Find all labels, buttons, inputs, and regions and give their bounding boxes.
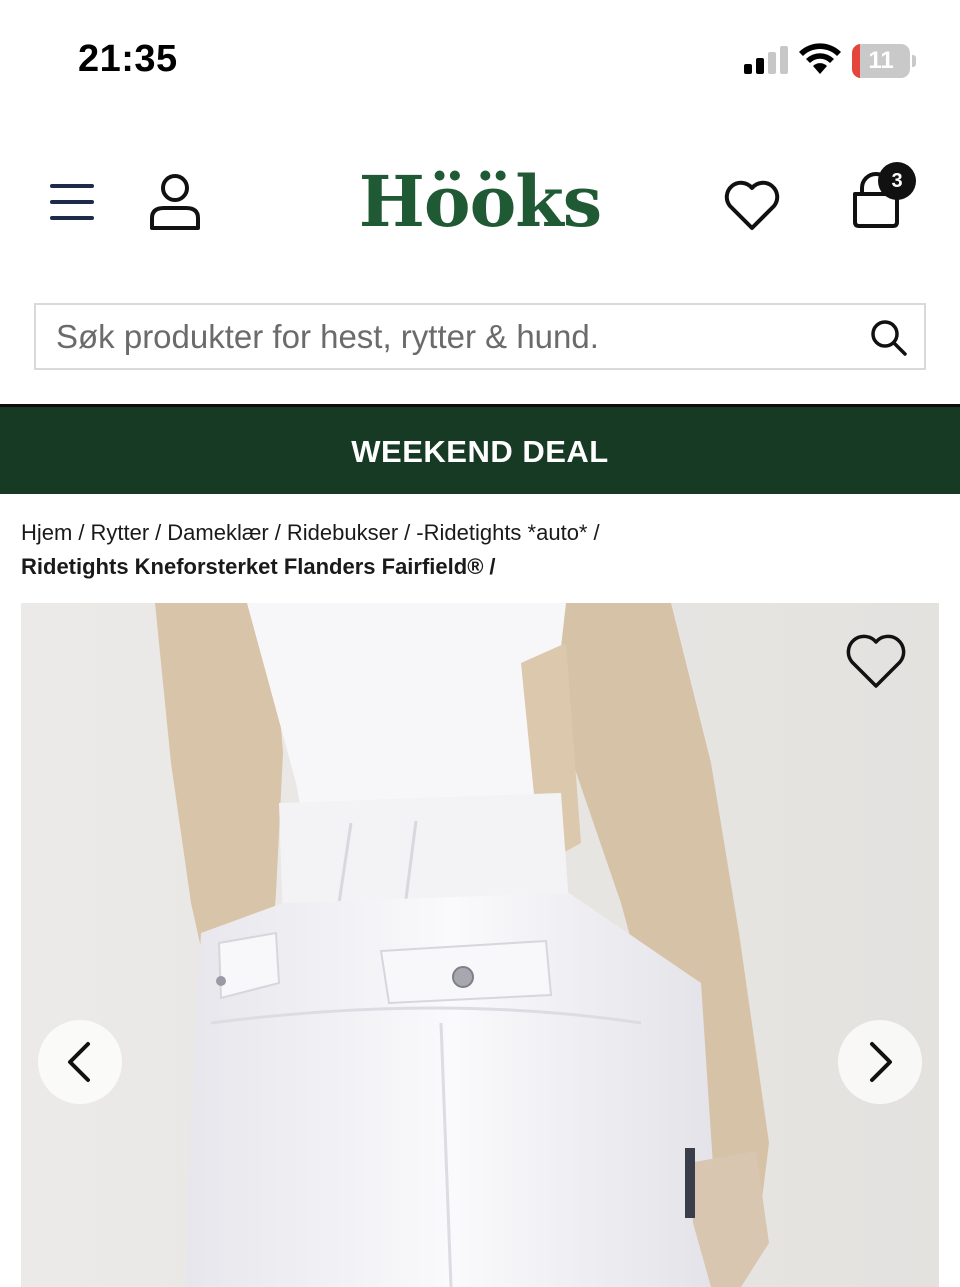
search-icon[interactable] — [870, 319, 908, 357]
chevron-right-icon — [870, 1042, 892, 1082]
promo-text: WEEKEND DEAL — [351, 434, 609, 469]
status-bar: 21:35 11 — [0, 0, 960, 120]
promo-banner[interactable]: WEEKEND DEAL — [0, 404, 960, 494]
breadcrumb-item-home[interactable]: Hjem — [21, 520, 72, 545]
search-bar — [34, 303, 926, 370]
breadcrumb-separator: / — [593, 520, 600, 545]
breadcrumb-item-dameklaer[interactable]: Dameklær — [167, 520, 268, 545]
heart-icon[interactable] — [724, 180, 780, 232]
breadcrumb-separator: / — [404, 520, 411, 545]
breadcrumb-separator: / — [489, 554, 496, 579]
account-icon[interactable] — [148, 172, 202, 232]
battery-level: 11 — [868, 47, 894, 74]
wifi-icon — [799, 43, 841, 74]
previous-image-button[interactable] — [38, 1020, 122, 1104]
breadcrumb-separator: / — [274, 520, 281, 545]
heart-icon[interactable] — [845, 633, 907, 691]
site-logo[interactable]: Hööks — [330, 160, 630, 243]
battery-icon: 11 — [852, 44, 918, 78]
chevron-left-icon — [68, 1042, 90, 1082]
site-header: Hööks 3 — [0, 150, 960, 260]
cart-button[interactable]: 3 — [846, 162, 918, 234]
breadcrumb-separator: / — [155, 520, 162, 545]
search-input[interactable] — [56, 305, 856, 368]
menu-button[interactable] — [48, 180, 96, 224]
product-photo — [21, 603, 939, 1287]
breadcrumb-separator: / — [78, 520, 85, 545]
status-time: 21:35 — [78, 38, 178, 80]
cart-count-badge: 3 — [878, 162, 916, 200]
cellular-signal-icon — [744, 46, 788, 74]
next-image-button[interactable] — [838, 1020, 922, 1104]
breadcrumb-item-rytter[interactable]: Rytter — [90, 520, 149, 545]
product-image-gallery[interactable] — [21, 603, 939, 1287]
breadcrumb-current: Ridetights Kneforsterket Flanders Fairfi… — [21, 554, 484, 579]
breadcrumb: Hjem / Rytter / Dameklær / Ridebukser / -Ridetig… — [21, 516, 941, 584]
breadcrumb-item-ridebukser[interactable]: Ridebukser — [287, 520, 398, 545]
breadcrumb-item-ridetights[interactable]: -Ridetights *auto* — [416, 520, 587, 545]
